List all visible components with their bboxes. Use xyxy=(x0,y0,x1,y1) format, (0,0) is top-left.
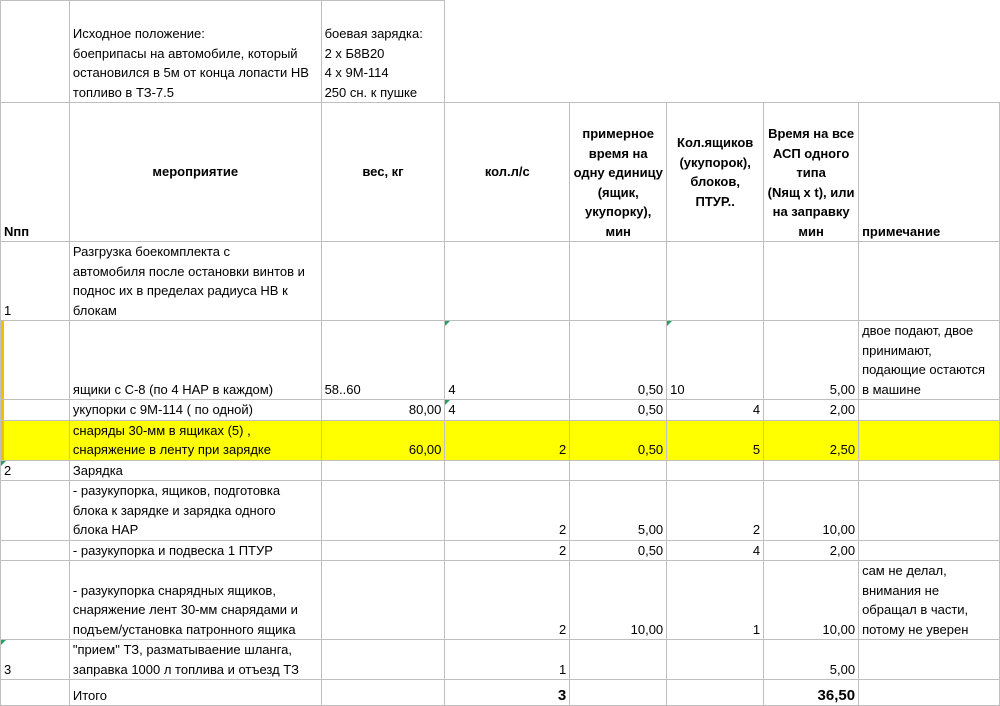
cell-count[interactable]: 2 xyxy=(666,480,765,541)
cell-note[interactable] xyxy=(858,459,1000,481)
cell-total[interactable]: 2,00 xyxy=(763,539,860,561)
cell-staff[interactable]: 2 xyxy=(444,480,571,541)
cell-note[interactable] xyxy=(858,399,1000,421)
cell-total[interactable] xyxy=(763,459,860,481)
header-time-total[interactable]: Время на все АСП одного типа (Nящ х t), … xyxy=(763,102,860,242)
cell-event[interactable]: - разукупорка снарядных ящиков, снаряжен… xyxy=(68,560,322,640)
cell-event[interactable]: ящики с С-8 (по 4 НАР в каждом) xyxy=(68,320,322,400)
cell-total[interactable]: 10,00 xyxy=(763,560,860,640)
cell-total[interactable]: 2,50 xyxy=(763,419,860,461)
cell-time[interactable] xyxy=(569,639,668,680)
row-marker xyxy=(1,400,4,420)
cell-count[interactable]: 5 xyxy=(666,419,765,461)
cell-weight[interactable]: 58..60 xyxy=(320,320,446,400)
cell-note[interactable] xyxy=(858,539,1000,561)
cell-total[interactable]: 10,00 xyxy=(763,480,860,541)
cell-time[interactable]: 5,00 xyxy=(569,480,668,541)
cell-note[interactable] xyxy=(858,639,1000,680)
cell-event[interactable]: Зарядка xyxy=(68,459,322,481)
cell-staff[interactable]: 4 xyxy=(444,320,571,400)
cell-weight[interactable] xyxy=(320,241,446,321)
cell-event[interactable]: снаряды 30-мм в ящиках (5) , снаряжение … xyxy=(68,419,322,461)
cell-empty[interactable] xyxy=(445,1,570,103)
cell-total[interactable]: 2,00 xyxy=(763,399,860,421)
cell-note[interactable] xyxy=(858,480,1000,541)
cell-event[interactable]: Разгрузка боекомплекта с автомобиля посл… xyxy=(68,241,322,321)
cell-time[interactable]: 0,50 xyxy=(569,320,668,400)
cell-count[interactable]: 4 xyxy=(666,399,765,421)
cell-count[interactable]: 4 xyxy=(666,539,765,561)
header-weight[interactable]: вес, кг xyxy=(320,102,446,242)
row-marker xyxy=(1,321,4,399)
cell-event[interactable]: - разукупорка, ящиков, подготовка блока … xyxy=(68,480,322,541)
cell-npp[interactable] xyxy=(0,399,70,421)
comment-marker-icon xyxy=(1,460,6,466)
header-time-per-unit[interactable]: примерное время на одну единицу (ящик, у… xyxy=(569,102,668,242)
cell-staff[interactable] xyxy=(444,459,571,481)
cell-time[interactable] xyxy=(569,241,668,321)
cell-event[interactable]: "прием" ТЗ, разматываение шланга, заправ… xyxy=(68,639,322,680)
comment-marker-icon xyxy=(445,321,451,326)
cell-weight[interactable] xyxy=(320,560,446,640)
cell-empty[interactable] xyxy=(0,0,70,103)
initial-state-cell[interactable]: Исходное положение: боеприпасы на автомо… xyxy=(68,0,322,103)
cell-npp[interactable]: 2 xyxy=(0,459,70,481)
cell-npp[interactable]: 1 xyxy=(0,241,70,321)
cell-count[interactable] xyxy=(666,639,765,680)
header-count[interactable]: Кол.ящиков (укупорок), блоков, ПТУР.. xyxy=(666,102,765,242)
cell-note[interactable] xyxy=(858,419,1000,461)
cell-npp[interactable] xyxy=(0,560,70,640)
spreadsheet-grid: Исходное положение: боеприпасы на автомо… xyxy=(0,0,1000,706)
cell-staff[interactable] xyxy=(444,241,571,321)
cell-time[interactable]: 0,50 xyxy=(569,419,668,461)
cell-npp[interactable]: 3 xyxy=(0,639,70,680)
cell-time[interactable]: 10,00 xyxy=(569,560,668,640)
cell-weight[interactable]: 60,00 xyxy=(320,419,446,461)
cell-total[interactable] xyxy=(763,241,860,321)
cell-npp[interactable] xyxy=(0,419,70,461)
comment-marker-icon xyxy=(445,400,451,405)
comment-marker-icon xyxy=(1,640,6,645)
cell-count[interactable]: 1 xyxy=(666,560,765,640)
cell-time[interactable] xyxy=(569,459,668,481)
cell-staff[interactable]: 4 xyxy=(444,399,571,421)
cell-weight[interactable] xyxy=(320,639,446,680)
cell-total[interactable]: 5,00 xyxy=(763,320,860,400)
cell-time[interactable]: 0,50 xyxy=(569,539,668,561)
cell-weight[interactable] xyxy=(320,480,446,541)
cell-empty[interactable] xyxy=(764,1,859,103)
cell-time[interactable]: 0,50 xyxy=(569,399,668,421)
cell-staff[interactable]: 1 xyxy=(444,639,571,680)
cell-empty[interactable] xyxy=(667,1,764,103)
comment-marker-icon xyxy=(667,321,673,326)
cell-empty[interactable] xyxy=(859,1,1000,103)
cell-weight[interactable]: 80,00 xyxy=(320,399,446,421)
header-staff[interactable]: кол.л/с xyxy=(444,102,571,242)
cell-event[interactable]: укупорки с 9М-114 ( по одной) xyxy=(68,399,322,421)
combat-load-cell[interactable]: боевая зарядка: 2 х Б8В20 4 х 9М-114 250… xyxy=(320,0,446,103)
cell-note[interactable]: сам не делал, внимания не обращал в част… xyxy=(858,560,1000,640)
cell-weight[interactable] xyxy=(320,459,446,481)
cell-count[interactable] xyxy=(666,241,765,321)
cell-note[interactable]: двое подают, двое принимают, подающие ос… xyxy=(858,320,1000,400)
cell-note[interactable] xyxy=(858,241,1000,321)
cell-count[interactable]: 10 xyxy=(666,320,765,400)
cell-event[interactable]: - разукупорка и подвеска 1 ПТУР xyxy=(68,539,322,561)
cell-staff[interactable]: 2 xyxy=(444,560,571,640)
cell-staff[interactable]: 2 xyxy=(444,539,571,561)
cell-empty[interactable] xyxy=(570,1,667,103)
header-event[interactable]: мероприятие xyxy=(68,102,322,242)
header-note[interactable]: примечание xyxy=(858,102,1000,242)
header-npp[interactable]: Nпп xyxy=(0,102,70,242)
cell-npp[interactable] xyxy=(0,320,70,400)
cell-staff[interactable]: 2 xyxy=(444,419,571,461)
cell-npp[interactable] xyxy=(0,480,70,541)
cell-count[interactable] xyxy=(666,459,765,481)
cell-total[interactable]: 5,00 xyxy=(763,639,860,680)
cell-npp[interactable] xyxy=(0,539,70,561)
row-marker xyxy=(1,421,4,459)
cell-weight[interactable] xyxy=(320,539,446,561)
